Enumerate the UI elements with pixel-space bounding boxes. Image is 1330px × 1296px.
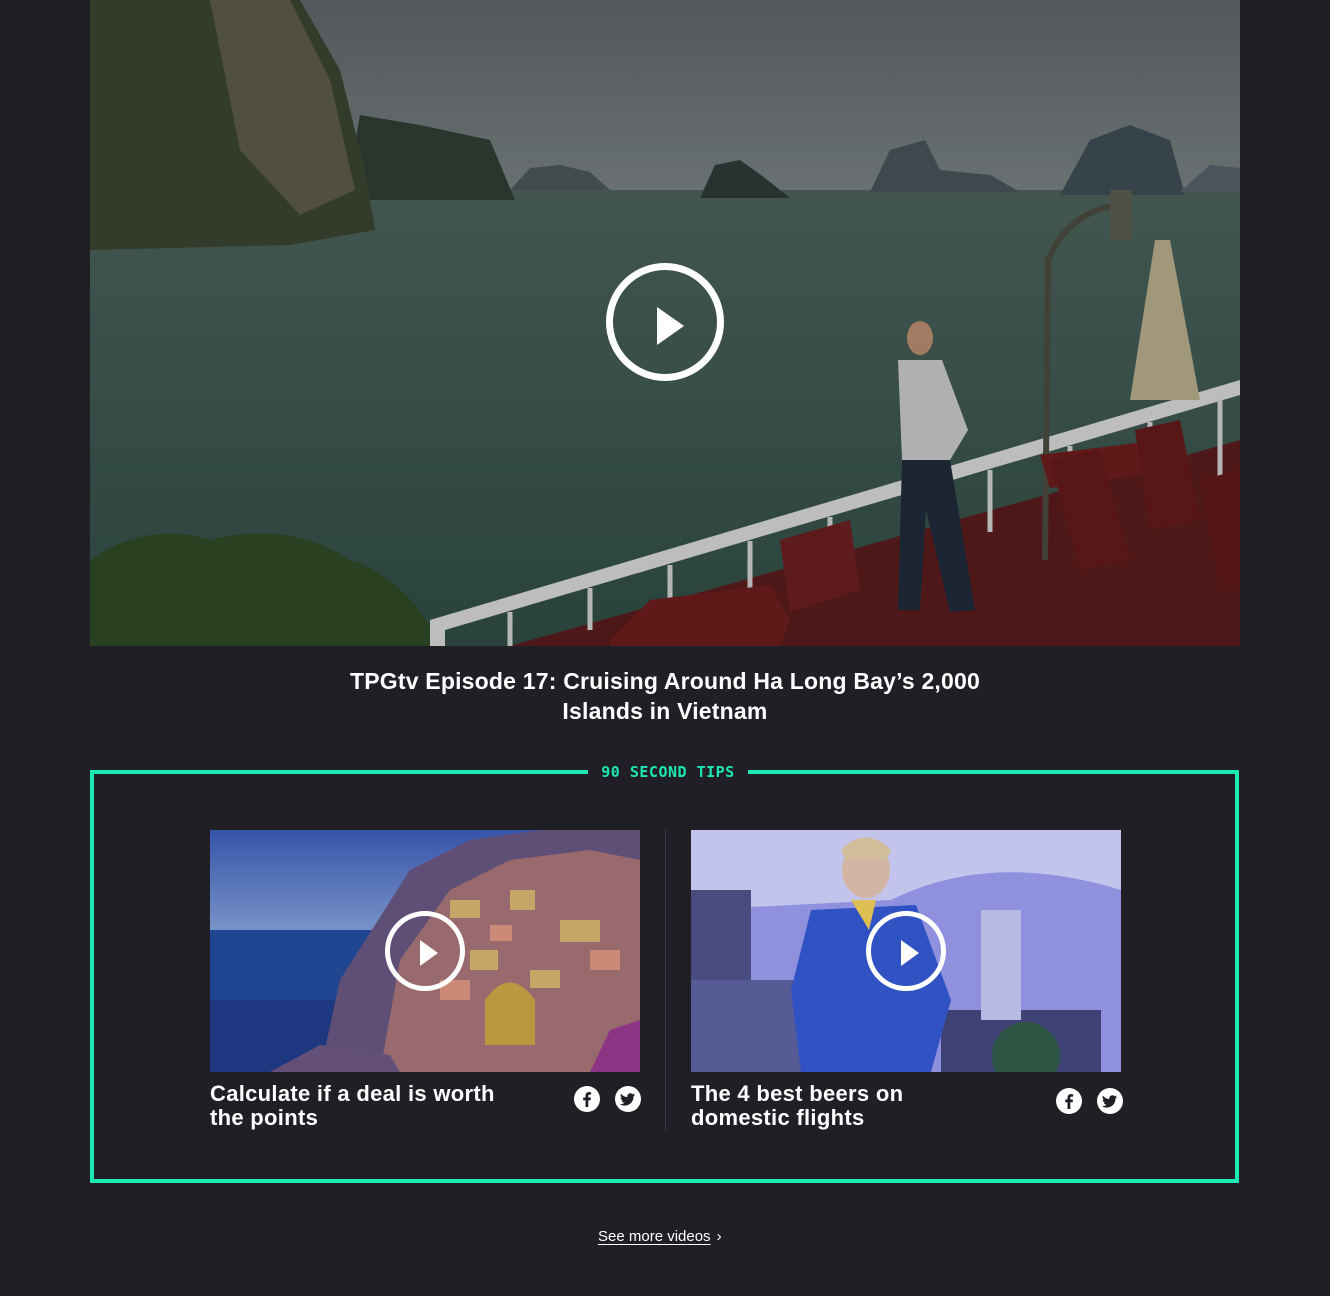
twitter-icon[interactable]: [1097, 1088, 1123, 1114]
card-title[interactable]: The 4 best beers on domestic flights: [691, 1082, 981, 1130]
play-icon: [420, 940, 438, 966]
hero-video-player[interactable]: [90, 0, 1240, 646]
hero-video-title[interactable]: TPGtv Episode 17: Cruising Around Ha Lon…: [315, 666, 1015, 726]
play-icon: [657, 307, 684, 345]
video-thumbnail[interactable]: [210, 830, 640, 1072]
chevron-right-icon: ›: [716, 1228, 722, 1245]
facebook-icon[interactable]: [1056, 1088, 1082, 1114]
see-more-videos-link[interactable]: See more videos ›: [598, 1227, 722, 1247]
card-play-button[interactable]: [385, 911, 465, 991]
video-page: TPGtv Episode 17: Cruising Around Ha Lon…: [0, 0, 1330, 1296]
facebook-icon[interactable]: [574, 1086, 600, 1112]
twitter-icon[interactable]: [615, 1086, 641, 1112]
ninety-second-tips-section: 90 SECOND TIPS Calculate if a deal is wo…: [90, 762, 1239, 1183]
see-more-label: See more videos: [598, 1228, 711, 1245]
video-card: Calculate if a deal is worth the points: [210, 830, 641, 1130]
play-icon: [901, 940, 919, 966]
video-card: The 4 best beers on domestic flights: [691, 830, 1123, 1130]
section-label: 90 SECOND TIPS: [588, 762, 748, 782]
card-divider: [665, 830, 666, 1130]
video-thumbnail[interactable]: [691, 830, 1121, 1072]
hero-play-button[interactable]: [606, 263, 724, 381]
card-play-button[interactable]: [866, 911, 946, 991]
card-title[interactable]: Calculate if a deal is worth the points: [210, 1082, 500, 1130]
